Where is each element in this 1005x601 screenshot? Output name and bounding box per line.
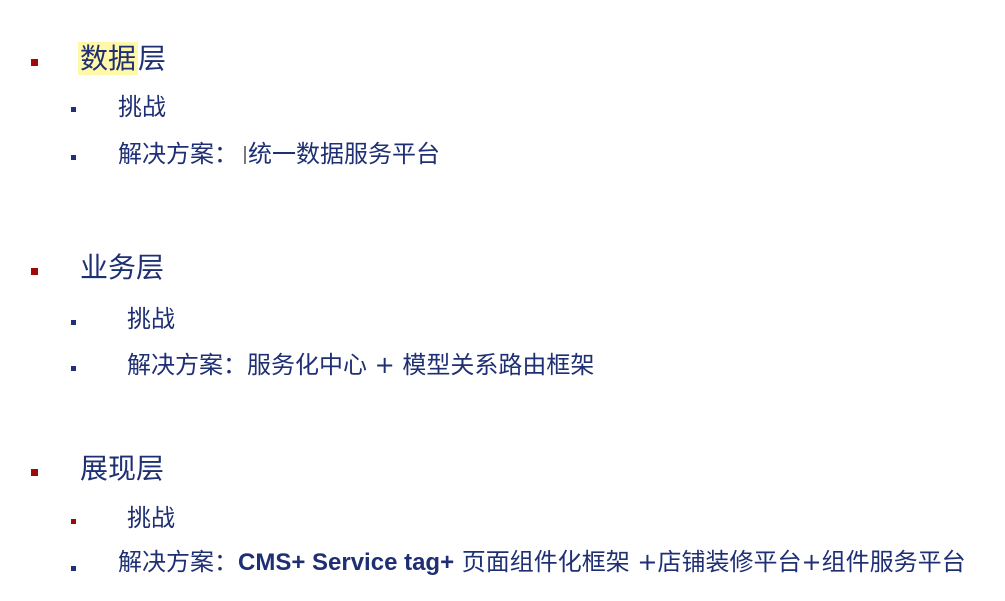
section-bullet — [31, 59, 38, 66]
solution-line: 解决方案：CMS+ Service tag+ 页面组件化框架 +店铺装修平台+组… — [118, 548, 966, 577]
sub-bullet — [71, 107, 76, 112]
section-bullet — [31, 268, 38, 275]
slide: 数据层 挑战 解决方案： 统一数据服务平台 业务层 挑战 解决方案：服务化中心 +… — [0, 0, 1005, 601]
section-title-data-layer: 数据层 — [78, 42, 167, 75]
section-bullet — [31, 469, 38, 476]
challenge-label: 挑战 — [127, 504, 175, 532]
sub-bullet — [71, 155, 76, 160]
highlighted-text: 数据 — [78, 42, 139, 75]
solution-line: 解决方案： 统一数据服务平台 — [118, 140, 440, 168]
challenge-label: 挑战 — [127, 305, 175, 333]
sub-bullet — [71, 320, 76, 325]
challenge-label: 挑战 — [118, 93, 166, 121]
sub-bullet — [71, 519, 76, 524]
section-title-business-layer: 业务层 — [80, 251, 165, 284]
sub-bullet — [71, 566, 76, 571]
solution-line: 解决方案：服务化中心 + 模型关系路由框架 — [127, 351, 595, 379]
text-cursor-icon — [244, 146, 246, 164]
sub-bullet — [71, 366, 76, 371]
section-title-presentation-layer: 展现层 — [80, 452, 165, 485]
